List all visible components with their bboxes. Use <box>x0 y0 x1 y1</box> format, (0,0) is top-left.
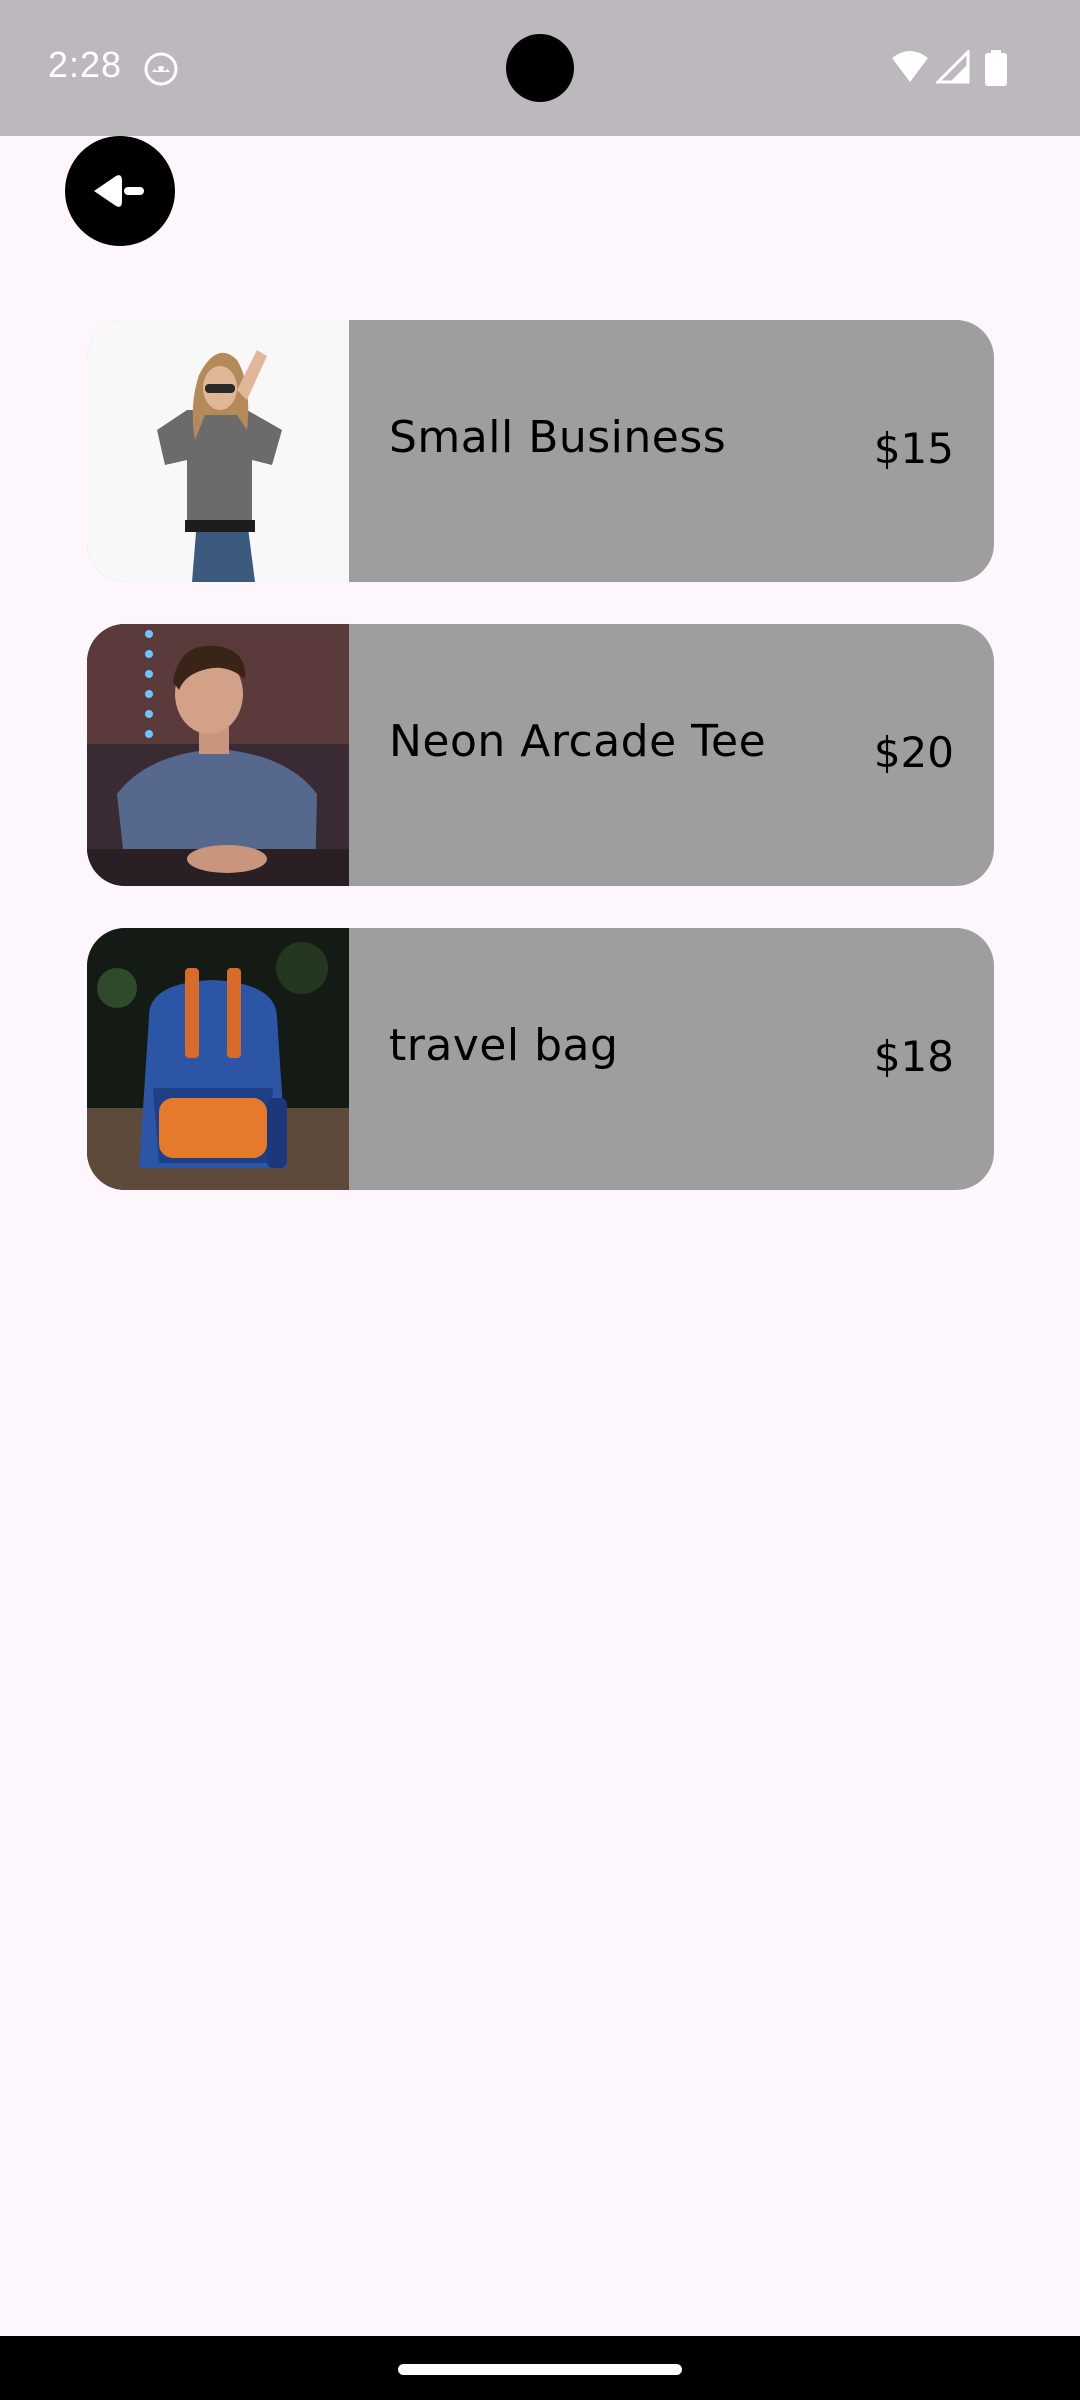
product-card[interactable]: travel bag $18 <box>87 928 994 1190</box>
battery-icon <box>985 50 1007 86</box>
wifi-icon <box>892 51 928 82</box>
status-time: 2:28 <box>48 44 123 85</box>
product-price: $20 <box>873 728 954 777</box>
product-name: Neon Arcade Tee <box>389 716 767 767</box>
product-list-screen: 2:28 Small Business $15 Neon Arcade Tee … <box>0 0 1080 2400</box>
product-card[interactable]: Neon Arcade Tee $20 <box>87 624 994 886</box>
back-arrow-icon <box>94 175 144 207</box>
product-card[interactable]: Small Business $15 <box>87 320 994 582</box>
man-blue-tee-photo <box>87 624 349 886</box>
blue-backpack-photo <box>87 928 349 1190</box>
product-name: Small Business <box>389 412 727 463</box>
status-bar: 2:28 <box>0 0 1080 136</box>
product-name: travel bag <box>389 1020 619 1071</box>
android-robot-icon <box>144 52 178 86</box>
back-button[interactable] <box>65 136 175 246</box>
product-price: $15 <box>873 424 954 473</box>
product-price: $18 <box>873 1032 954 1081</box>
camera-cutout <box>506 34 574 102</box>
home-indicator[interactable] <box>398 2364 682 2375</box>
woman-gray-tee-photo <box>87 320 349 582</box>
cell-signal-icon <box>936 50 970 84</box>
